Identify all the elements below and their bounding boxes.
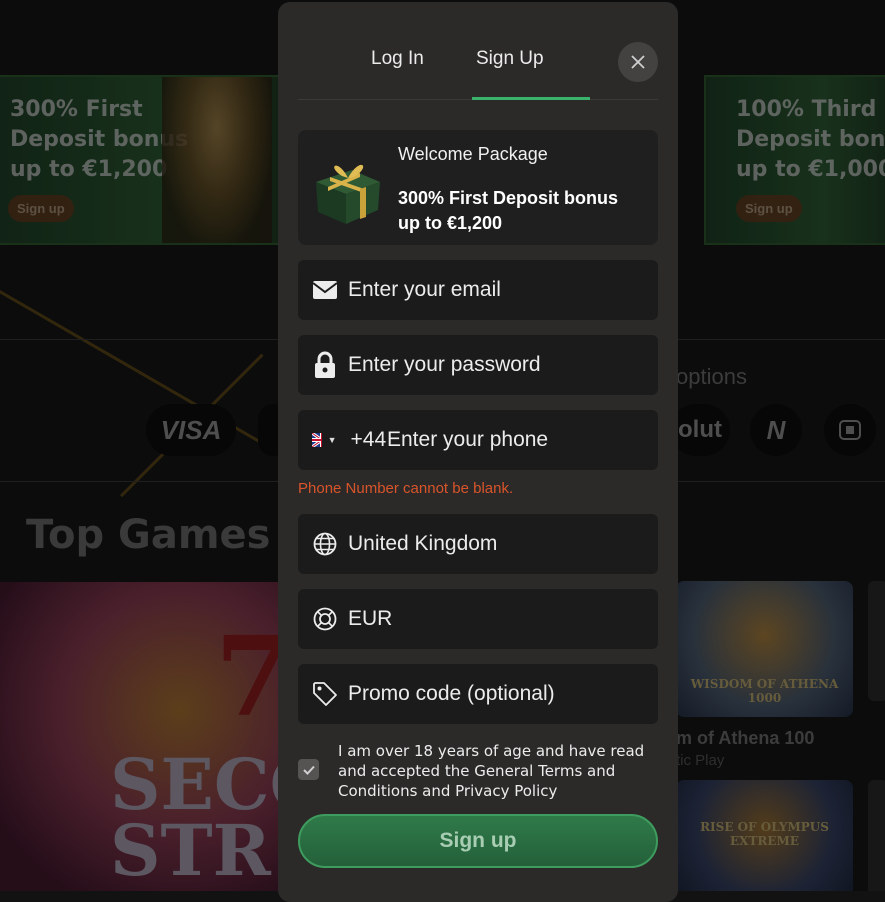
terms-checkbox[interactable] xyxy=(298,759,319,780)
country-select[interactable]: United Kingdom xyxy=(298,514,658,574)
lock-icon xyxy=(298,335,348,395)
close-icon xyxy=(631,55,645,69)
promo-code-input[interactable] xyxy=(348,664,658,724)
promo-code-field[interactable] xyxy=(298,664,658,724)
phone-input[interactable] xyxy=(387,410,658,470)
country-value: United Kingdom xyxy=(348,532,498,555)
chevron-down-icon[interactable]: ▼ xyxy=(328,435,337,445)
auth-tabs: Log In Sign Up xyxy=(298,2,658,100)
lifebuoy-icon xyxy=(298,589,348,649)
signup-modal: Log In Sign Up Welcome Package 300% Firs… xyxy=(278,2,678,902)
sign-up-button[interactable]: Sign up xyxy=(298,814,658,868)
password-input[interactable] xyxy=(348,335,658,395)
tab-login[interactable]: Log In xyxy=(371,48,424,70)
currency-select[interactable]: EUR xyxy=(298,589,658,649)
dial-code: +44 xyxy=(350,428,387,451)
active-tab-indicator xyxy=(472,97,590,100)
email-field[interactable] xyxy=(298,260,658,320)
envelope-icon xyxy=(298,260,348,320)
close-button[interactable] xyxy=(618,42,658,82)
terms-label[interactable]: I am over 18 years of age and have read … xyxy=(338,741,658,801)
globe-icon xyxy=(298,514,348,574)
phone-error-message: Phone Number cannot be blank. xyxy=(298,480,514,497)
tag-icon xyxy=(298,664,348,724)
gift-icon xyxy=(316,164,380,224)
welcome-title: Welcome Package xyxy=(398,144,548,164)
welcome-package-card: Welcome Package 300% First Deposit bonus… xyxy=(298,130,658,245)
welcome-description: 300% First Deposit bonus up to €1,200 xyxy=(398,188,619,233)
uk-flag-icon[interactable] xyxy=(312,433,322,447)
currency-value: EUR xyxy=(348,607,393,630)
password-field[interactable] xyxy=(298,335,658,395)
tab-signup[interactable]: Sign Up xyxy=(476,48,544,70)
email-input[interactable] xyxy=(348,260,658,320)
phone-field[interactable]: ▼ +44 xyxy=(298,410,658,470)
checkmark-icon xyxy=(302,765,315,775)
